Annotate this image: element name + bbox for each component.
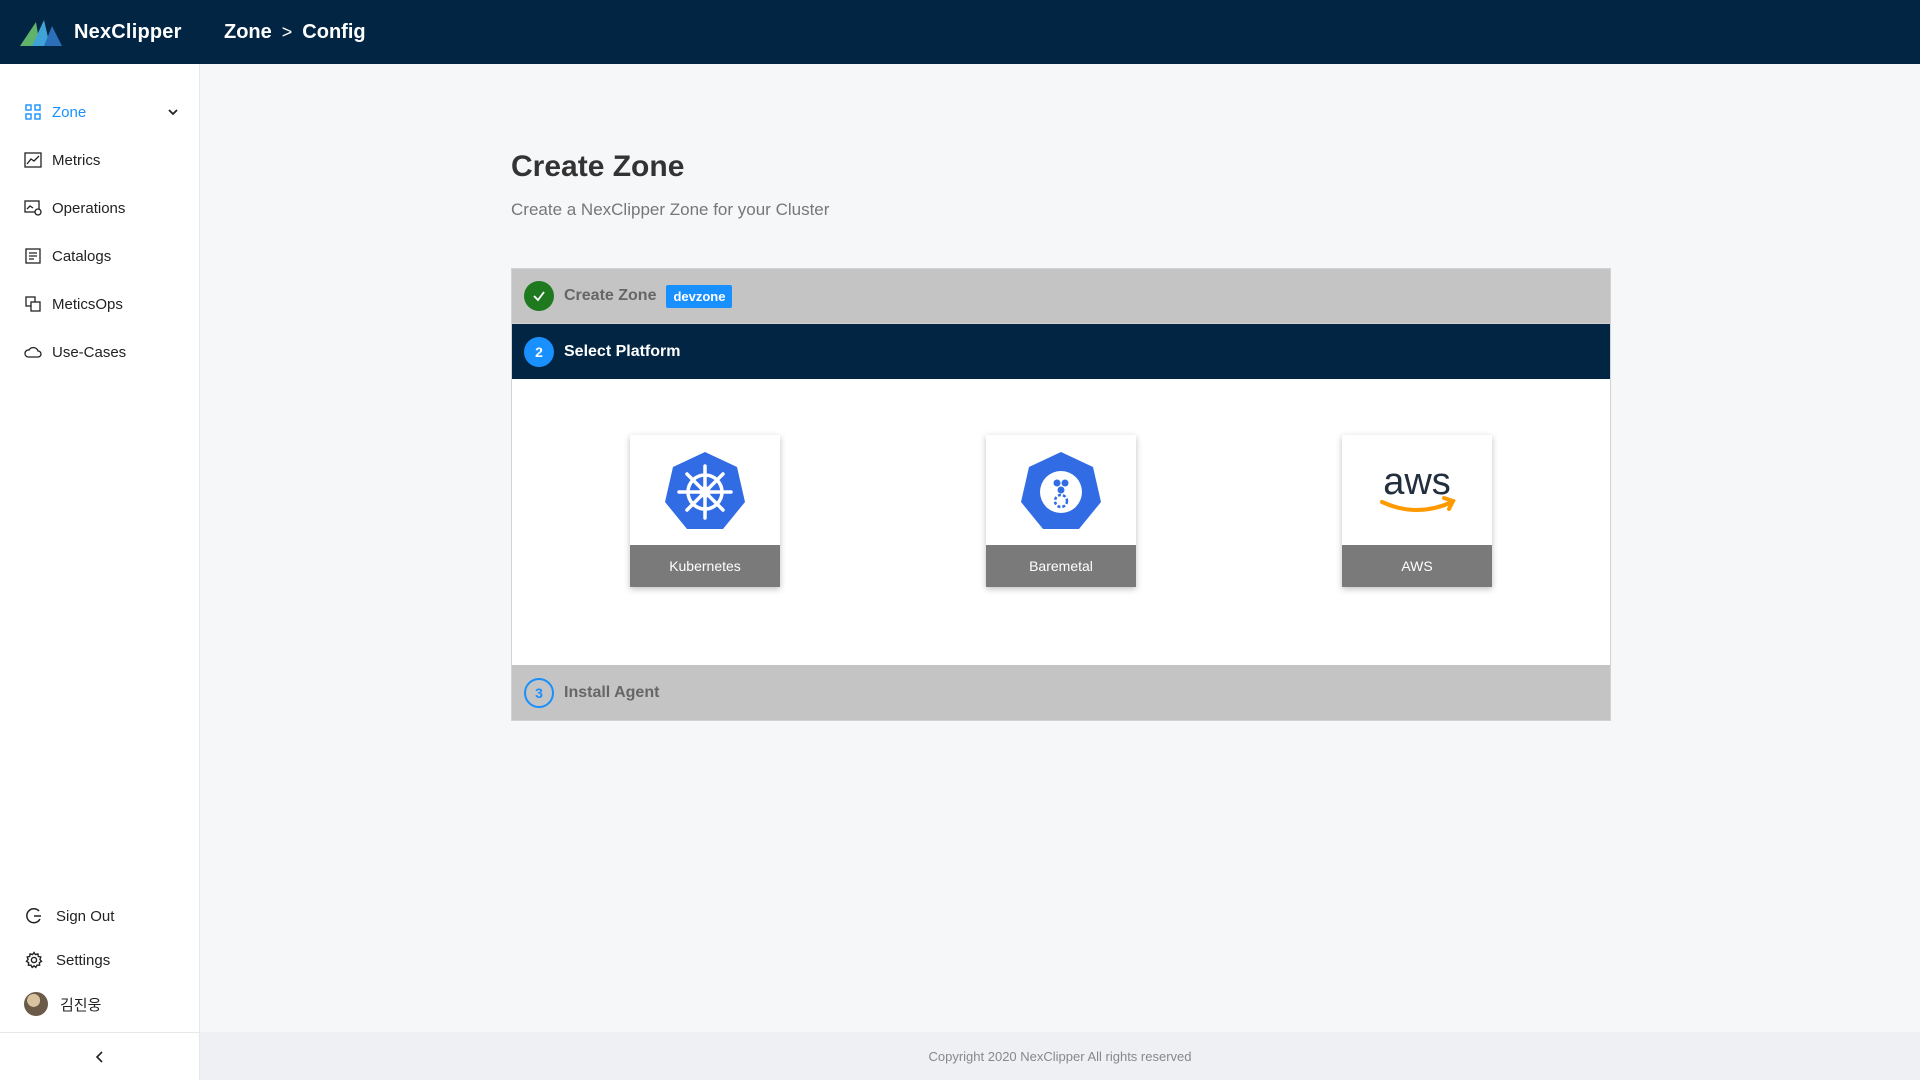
sidebar-item-label: Catalogs (52, 247, 112, 265)
platform-options: Kubernetes Baremetal aws AWS (512, 379, 1610, 665)
footer: Copyright 2020 NexClipper All rights res… (200, 1032, 1920, 1080)
chevron-left-icon (95, 1050, 103, 1063)
sign-out-label: Sign Out (56, 907, 115, 925)
sidebar-item-label: Metrics (52, 151, 101, 169)
list-doc-icon (24, 247, 42, 265)
step-label: Install Agent (564, 683, 660, 701)
cloud-icon (24, 343, 42, 361)
gear-icon (24, 950, 44, 970)
sidebar-item-zone[interactable]: Zone (0, 88, 199, 136)
user-profile[interactable]: 김진웅 (0, 982, 199, 1026)
platform-label: Kubernetes (630, 545, 780, 587)
zone-name-tag: devzone (666, 284, 733, 308)
step-label: Create Zone (564, 287, 657, 304)
grid-icon (24, 103, 42, 121)
baremetal-icon (986, 435, 1136, 545)
platform-label: AWS (1342, 545, 1492, 587)
sidebar-bottom: Sign Out Settings 김진웅 (0, 894, 199, 1026)
breadcrumb-zone[interactable]: Zone (224, 21, 272, 44)
brand-name: NexClipper (74, 20, 182, 43)
check-icon (524, 281, 554, 311)
sidebar-item-label: MeticsOps (52, 295, 123, 313)
page-title: Create Zone (511, 150, 685, 183)
step-number: 2 (524, 336, 554, 367)
sidebar: Zone Metrics Operations Catalogs MeticsO… (0, 64, 200, 1080)
breadcrumb-config: Config (302, 20, 366, 43)
platform-card-kubernetes[interactable]: Kubernetes (630, 435, 780, 587)
create-zone-wizard: Create Zone devzone 2 Select Platform Ku… (511, 268, 1611, 721)
breadcrumb: Zone > Config (224, 21, 366, 44)
kubernetes-icon (630, 435, 780, 545)
monitor-settings-icon (24, 199, 42, 217)
collapse-sidebar-button[interactable] (0, 1032, 199, 1080)
top-bar: NexClipper Zone > Config (0, 0, 1920, 64)
platform-card-baremetal[interactable]: Baremetal (986, 435, 1136, 587)
sidebar-item-metrics[interactable]: Metrics (0, 136, 199, 184)
sidebar-item-operations[interactable]: Operations (0, 184, 199, 232)
sidebar-item-label: Operations (52, 199, 126, 217)
sidebar-item-catalogs[interactable]: Catalogs (0, 232, 199, 280)
sign-out-icon (24, 906, 44, 926)
chevron-down-icon[interactable] (167, 106, 179, 118)
sidebar-item-label: Use-Cases (52, 343, 127, 361)
step-label: Select Platform (564, 342, 681, 360)
sidebar-item-meticsops[interactable]: MeticsOps (0, 280, 199, 328)
copy-icon (24, 295, 42, 313)
step-select-platform[interactable]: 2 Select Platform (512, 324, 1610, 379)
sign-out-button[interactable]: Sign Out (0, 894, 199, 938)
step-create-zone[interactable]: Create Zone devzone (512, 269, 1610, 324)
settings-button[interactable]: Settings (0, 938, 199, 982)
svg-text:aws: aws (1383, 461, 1451, 503)
copyright-text: Copyright 2020 NexClipper All rights res… (928, 1048, 1192, 1064)
settings-label: Settings (56, 951, 111, 969)
aws-icon: aws (1342, 435, 1492, 545)
platform-label: Baremetal (986, 545, 1136, 587)
user-name: 김진웅 (60, 996, 102, 1014)
avatar (24, 992, 48, 1016)
sidebar-nav: Zone Metrics Operations Catalogs MeticsO… (0, 64, 199, 376)
page-subtitle: Create a NexClipper Zone for your Cluste… (511, 200, 830, 219)
step-install-agent[interactable]: 3 Install Agent (512, 665, 1610, 720)
sidebar-item-use-cases[interactable]: Use-Cases (0, 328, 199, 376)
brand[interactable]: NexClipper (0, 16, 200, 48)
step-number: 3 (524, 677, 554, 708)
main-content: Create Zone Create a NexClipper Zone for… (200, 64, 1920, 1032)
platform-card-aws[interactable]: aws AWS (1342, 435, 1492, 587)
line-chart-icon (24, 151, 42, 169)
breadcrumb-separator: > (281, 21, 293, 42)
nexclipper-logo-icon (20, 20, 62, 46)
sidebar-item-label: Zone (52, 103, 87, 121)
